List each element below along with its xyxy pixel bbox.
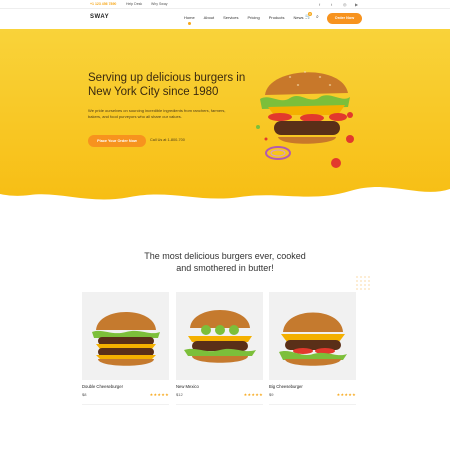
main-header: SWAY Home About Services Pricing Product… bbox=[0, 9, 450, 29]
card-divider bbox=[269, 404, 356, 405]
section-title: The most delicious burgers ever, cooked … bbox=[125, 250, 325, 274]
rating-stars: ★★★★★ bbox=[243, 392, 263, 397]
hero-description: We pride ourselves on sourcing incredibl… bbox=[88, 108, 226, 119]
nav-services[interactable]: Services bbox=[223, 15, 238, 20]
product-card[interactable]: Double Cheeseburger $8 ★★★★★ bbox=[82, 292, 169, 405]
hero-title: Serving up delicious burgers in New York… bbox=[88, 72, 246, 98]
product-image[interactable] bbox=[176, 292, 263, 380]
phone-number[interactable]: +1 123 456 7890 bbox=[90, 2, 116, 6]
cart-badge: 0 bbox=[308, 12, 312, 16]
nav-about[interactable]: About bbox=[204, 15, 214, 20]
product-name[interactable]: Double Cheeseburger bbox=[82, 384, 123, 389]
decorative-dots bbox=[356, 276, 370, 290]
rating-stars: ★★★★★ bbox=[149, 392, 169, 397]
product-price: $8 bbox=[82, 392, 87, 397]
nav-products[interactable]: Products bbox=[269, 15, 285, 20]
youtube-icon[interactable]: ▶ bbox=[355, 2, 358, 7]
nav-pricing[interactable]: Pricing bbox=[247, 15, 259, 20]
product-price: $9 bbox=[269, 392, 274, 397]
utility-bar: +1 123 456 7890 Help Desk Why Sway f t ◎… bbox=[0, 0, 450, 9]
product-card[interactable]: Big Cheeseburger $9 ★★★★★ bbox=[269, 292, 356, 405]
product-name[interactable]: Big Cheeseburger bbox=[269, 384, 303, 389]
place-order-button[interactable]: Place Your Order Now bbox=[88, 135, 146, 147]
instagram-icon[interactable]: ◎ bbox=[343, 2, 347, 7]
card-divider bbox=[82, 404, 169, 405]
product-price: $12 bbox=[176, 392, 183, 397]
product-name[interactable]: New Mexico bbox=[176, 384, 199, 389]
search-icon[interactable]: ⌕ bbox=[316, 14, 319, 20]
twitter-icon[interactable]: t bbox=[331, 2, 332, 7]
product-card[interactable]: New Mexico $12 ★★★★★ bbox=[176, 292, 263, 405]
nav-news[interactable]: News bbox=[294, 15, 304, 20]
main-nav: Home About Services Pricing Products New… bbox=[184, 15, 304, 25]
rating-stars: ★★★★★ bbox=[336, 392, 356, 397]
new-mexico-burger-image bbox=[184, 310, 256, 363]
big-cheeseburger-image bbox=[279, 312, 347, 366]
section-title-line-2: and smothered in butter! bbox=[176, 263, 274, 273]
hero-burger-image bbox=[256, 71, 354, 168]
order-now-button[interactable]: Order Now bbox=[327, 13, 362, 24]
facebook-icon[interactable]: f bbox=[319, 2, 320, 7]
call-us-text[interactable]: Call Us at 1-800-700 bbox=[150, 138, 185, 142]
product-image[interactable] bbox=[82, 292, 169, 380]
help-desk-link[interactable]: Help Desk bbox=[126, 2, 142, 6]
double-cheeseburger-image bbox=[92, 312, 160, 366]
logo[interactable]: SWAY bbox=[90, 14, 109, 20]
why-sway-link[interactable]: Why Sway bbox=[151, 2, 168, 6]
product-image[interactable] bbox=[269, 292, 356, 380]
nav-home[interactable]: Home bbox=[184, 15, 195, 25]
section-title-line-1: The most delicious burgers ever, cooked bbox=[144, 251, 306, 261]
hero-section: Serving up delicious burgers in New York… bbox=[0, 29, 450, 209]
card-divider bbox=[176, 404, 263, 405]
